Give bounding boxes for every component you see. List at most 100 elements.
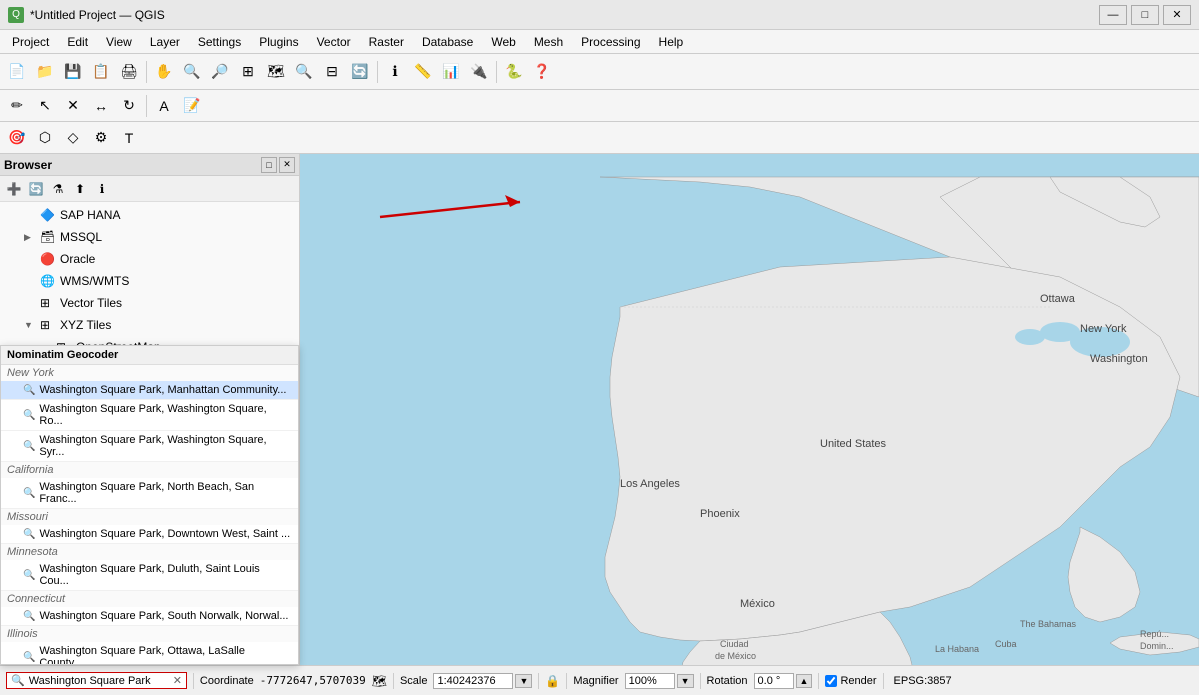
- zoom-extent-btn[interactable]: ⊞: [235, 59, 261, 85]
- snap-btn[interactable]: 🎯: [4, 125, 30, 151]
- scale-label: Scale: [400, 675, 428, 687]
- geocoder-result-5[interactable]: 🔍 Washington Square Park, Duluth, Saint …: [1, 560, 298, 591]
- zoom-layer-btn[interactable]: 🗺: [263, 59, 289, 85]
- menu-plugins[interactable]: Plugins: [251, 33, 306, 51]
- rotate-btn[interactable]: ↻: [116, 93, 142, 119]
- status-search-input[interactable]: [29, 675, 169, 687]
- text-btn[interactable]: T: [116, 125, 142, 151]
- menu-raster[interactable]: Raster: [361, 33, 412, 51]
- zoom-out-btn[interactable]: 🔎: [207, 59, 233, 85]
- save-as-btn[interactable]: 📋: [88, 59, 114, 85]
- window-controls[interactable]: — □ ✕: [1099, 5, 1191, 25]
- browser-refresh-btn[interactable]: 🔄: [26, 179, 46, 199]
- geocoder-result-7[interactable]: 🔍 Washington Square Park, Ottawa, LaSall…: [1, 642, 298, 665]
- rotation-input[interactable]: [754, 673, 794, 689]
- identify-btn[interactable]: ℹ: [382, 59, 408, 85]
- menu-bar: Project Edit View Layer Settings Plugins…: [0, 30, 1199, 54]
- vertex-btn[interactable]: ◇: [60, 125, 86, 151]
- menu-web[interactable]: Web: [483, 33, 523, 51]
- zoom-in-btn[interactable]: 🔍: [179, 59, 205, 85]
- pan-btn[interactable]: ✋: [151, 59, 177, 85]
- move-btn[interactable]: ↔: [88, 93, 114, 119]
- select-btn[interactable]: ↖: [32, 93, 58, 119]
- geocoder-dropdown: Nominatim Geocoder New York 🔍 Washington…: [0, 345, 299, 665]
- menu-help[interactable]: Help: [651, 33, 692, 51]
- tree-mssql[interactable]: ▶ 🗃 MSSQL: [0, 226, 299, 248]
- zoom-selection-btn[interactable]: 🔍: [291, 59, 317, 85]
- annotation-btn[interactable]: 📝: [179, 93, 205, 119]
- map-area[interactable]: New York Washington Ottawa United States…: [300, 154, 1199, 665]
- help-btn[interactable]: ❓: [529, 59, 555, 85]
- geocoder-search-icon-7: 🔍: [23, 652, 35, 663]
- geocoder-result-0[interactable]: 🔍 Washington Square Park, Manhattan Comm…: [1, 381, 298, 400]
- tree-vector-tiles[interactable]: ⊞ Vector Tiles: [0, 292, 299, 314]
- menu-processing[interactable]: Processing: [573, 33, 648, 51]
- status-magnifier: ▼: [625, 673, 694, 689]
- close-button[interactable]: ✕: [1163, 5, 1191, 25]
- digitize-btn[interactable]: ✏: [4, 93, 30, 119]
- menu-layer[interactable]: Layer: [142, 33, 188, 51]
- label-btn[interactable]: A: [151, 93, 177, 119]
- browser-filter-btn[interactable]: ⚗: [48, 179, 68, 199]
- menu-view[interactable]: View: [98, 33, 140, 51]
- print-btn[interactable]: 🖨: [116, 59, 142, 85]
- status-search-icon: 🔍: [11, 674, 25, 687]
- render-checkbox[interactable]: [825, 675, 837, 687]
- geocoder-result-text-3: Washington Square Park, North Beach, San…: [39, 481, 292, 505]
- geocoder-search-icon-1: 🔍: [23, 410, 35, 421]
- geocoder-result-6[interactable]: 🔍 Washington Square Park, South Norwalk,…: [1, 607, 298, 626]
- browser-info-btn[interactable]: ℹ: [92, 179, 112, 199]
- menu-mesh[interactable]: Mesh: [526, 33, 571, 51]
- lock-icon: 🔒: [545, 674, 560, 688]
- refresh-btn[interactable]: 🔄: [347, 59, 373, 85]
- coordinate-label: Coordinate: [200, 675, 254, 687]
- zoom-native-btn[interactable]: ⊟: [319, 59, 345, 85]
- geocoder-header: Nominatim Geocoder: [1, 346, 298, 365]
- maximize-button[interactable]: □: [1131, 5, 1159, 25]
- browser-dock-btn[interactable]: □: [261, 157, 277, 173]
- status-clear-btn[interactable]: ✕: [173, 674, 182, 687]
- browser-controls[interactable]: □ ✕: [261, 157, 295, 173]
- minimize-button[interactable]: —: [1099, 5, 1127, 25]
- measure-btn[interactable]: 📏: [410, 59, 436, 85]
- status-sep-3: [538, 673, 539, 689]
- tree-sap-hana[interactable]: 🔷 SAP HANA: [0, 204, 299, 226]
- plugins-btn[interactable]: 🔌: [466, 59, 492, 85]
- browser-collapse-btn[interactable]: ⬆: [70, 179, 90, 199]
- menu-project[interactable]: Project: [4, 33, 57, 51]
- geocoder-result-2[interactable]: 🔍 Washington Square Park, Washington Squ…: [1, 431, 298, 462]
- status-search-box[interactable]: 🔍 ✕: [6, 672, 187, 689]
- geocoder-result-4[interactable]: 🔍 Washington Square Park, Downtown West,…: [1, 525, 298, 544]
- magnifier-dropdown-btn[interactable]: ▼: [677, 674, 694, 688]
- geocoder-result-3[interactable]: 🔍 Washington Square Park, North Beach, S…: [1, 478, 298, 509]
- menu-settings[interactable]: Settings: [190, 33, 249, 51]
- map-label-bahamas: The Bahamas: [1020, 619, 1077, 629]
- tree-oracle[interactable]: 🔴 Oracle: [0, 248, 299, 270]
- advanced-btn[interactable]: ⚙: [88, 125, 114, 151]
- new-project-btn[interactable]: 📄: [4, 59, 30, 85]
- magnifier-input[interactable]: [625, 673, 675, 689]
- status-sep-2: [393, 673, 394, 689]
- browser-add-btn[interactable]: ➕: [4, 179, 24, 199]
- tree-wms[interactable]: 🌐 WMS/WMTS: [0, 270, 299, 292]
- menu-edit[interactable]: Edit: [59, 33, 96, 51]
- epsg-button[interactable]: EPSG:3857: [890, 675, 956, 687]
- map-label-habana: La Habana: [935, 644, 979, 654]
- scale-input[interactable]: [433, 673, 513, 689]
- tree-xyz-tiles[interactable]: ▼ ⊞ XYZ Tiles: [0, 314, 299, 336]
- node-btn[interactable]: ⬡: [32, 125, 58, 151]
- geocoder-result-text-0: Washington Square Park, Manhattan Commun…: [39, 384, 286, 396]
- python-btn[interactable]: 🐍: [501, 59, 527, 85]
- save-project-btn[interactable]: 💾: [60, 59, 86, 85]
- menu-database[interactable]: Database: [414, 33, 481, 51]
- toolbar-sep-1: [146, 61, 147, 83]
- geocoder-result-text-5: Washington Square Park, Duluth, Saint Lo…: [39, 563, 292, 587]
- statistics-btn[interactable]: 📊: [438, 59, 464, 85]
- scale-dropdown-btn[interactable]: ▼: [515, 674, 532, 688]
- rotation-up-btn[interactable]: ▲: [796, 674, 813, 688]
- browser-close-btn[interactable]: ✕: [279, 157, 295, 173]
- geocoder-result-1[interactable]: 🔍 Washington Square Park, Washington Squ…: [1, 400, 298, 431]
- menu-vector[interactable]: Vector: [309, 33, 359, 51]
- open-project-btn[interactable]: 📁: [32, 59, 58, 85]
- deselect-btn[interactable]: ✕: [60, 93, 86, 119]
